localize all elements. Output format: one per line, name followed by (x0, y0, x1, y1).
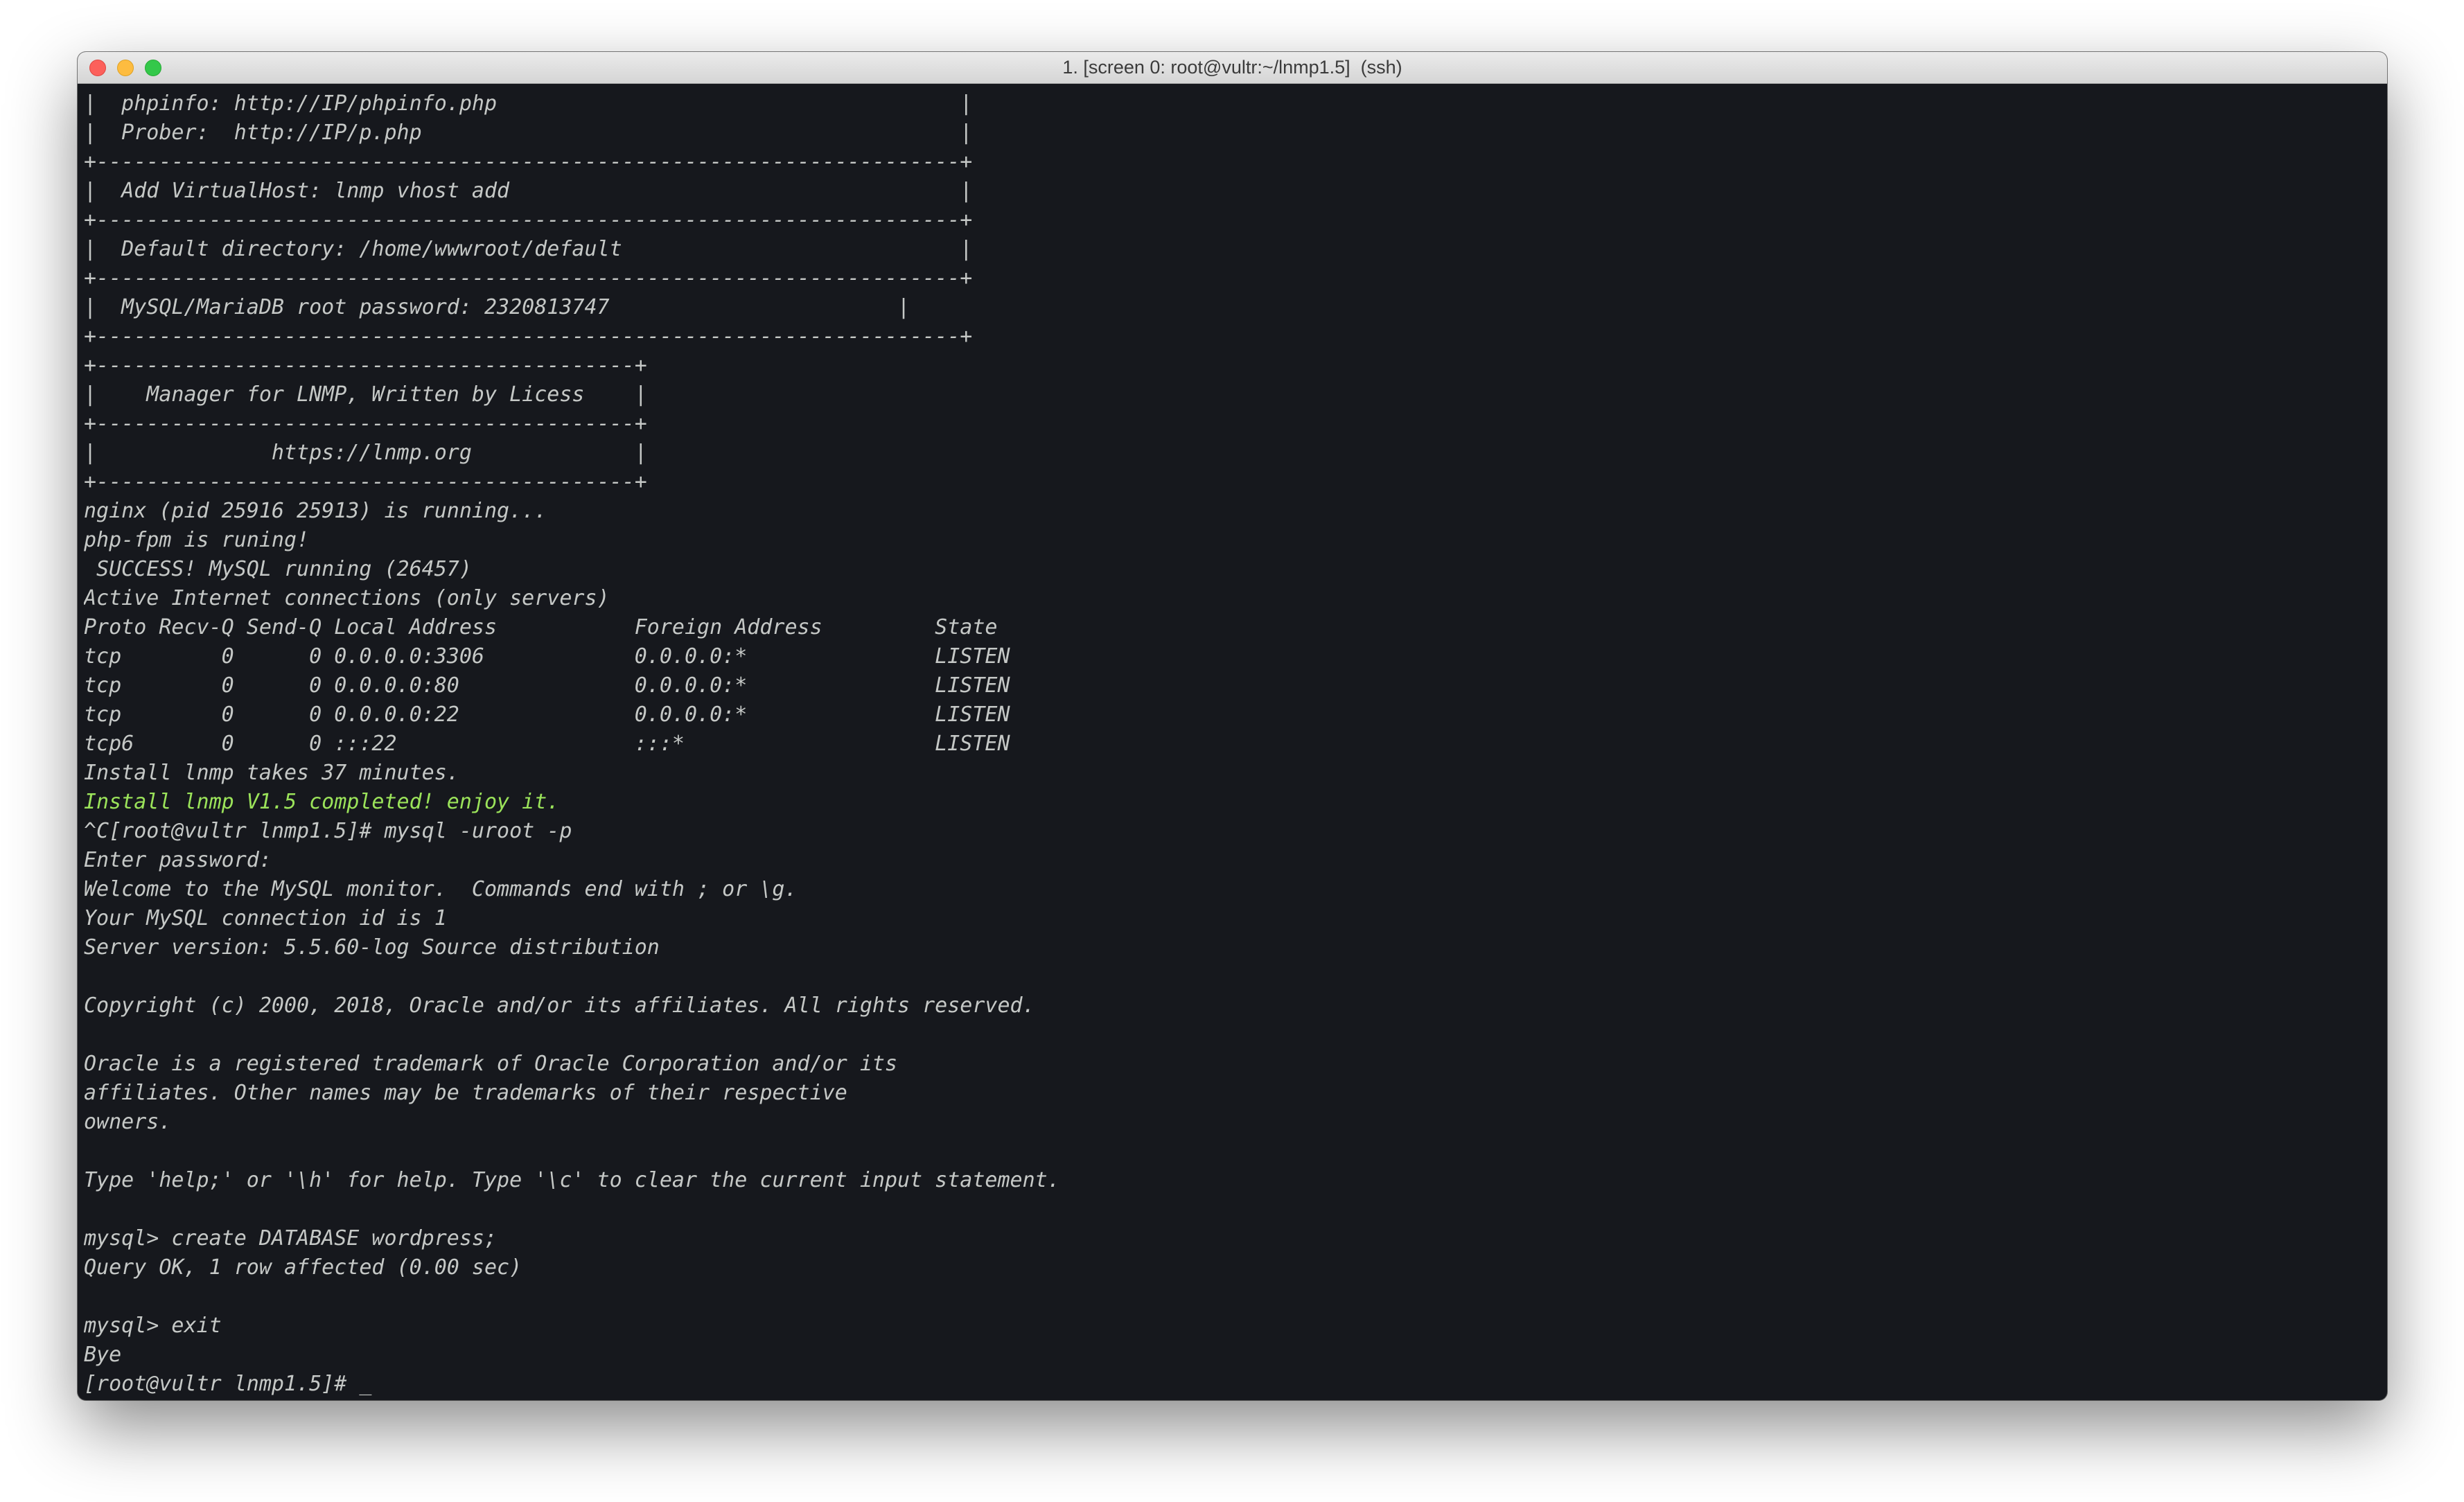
terminal-line: mysql> exit (84, 1314, 222, 1338)
success-message: Install lnmp V1.5 completed! enjoy it. (84, 790, 560, 814)
terminal-line: Welcome to the MySQL monitor. Commands e… (84, 877, 798, 901)
terminal-window: 1. [screen 0: root@vultr:~/lnmp1.5] (ssh… (78, 52, 2387, 1400)
shell-prompt-line[interactable]: [root@vultr lnmp1.5]# _ (84, 1370, 2387, 1399)
terminal-line: +---------------------------------------… (84, 324, 973, 348)
terminal-line: Bye (84, 1343, 122, 1367)
text-cursor: _ (359, 1372, 372, 1396)
terminal-line: Active Internet connections (only server… (84, 586, 610, 610)
terminal-line: +---------------------------------------… (84, 208, 973, 232)
terminal-line: Copyright (c) 2000, 2018, Oracle and/or … (84, 993, 1035, 1018)
terminal-line: affiliates. Other names may be trademark… (84, 1081, 847, 1105)
terminal-line: mysql> create DATABASE wordpress; (84, 1226, 498, 1251)
terminal-line: Enter password: (84, 848, 272, 872)
terminal-line: | https://lnmp.org | (84, 441, 647, 465)
terminal-line: +---------------------------------------… (84, 266, 973, 290)
terminal-line: ^C[root@vultr lnmp1.5]# mysql -uroot -p (84, 819, 572, 843)
terminal-line: +---------------------------------------… (84, 150, 973, 174)
terminal-line: Proto Recv-Q Send-Q Local Address Foreig… (84, 615, 998, 639)
terminal-line: +---------------------------------------… (84, 470, 647, 494)
terminal-line: SUCCESS! MySQL running (26457) (84, 557, 472, 581)
terminal-line: owners. (84, 1110, 172, 1134)
terminal-line: Type 'help;' or '\h' for help. Type '\c'… (84, 1168, 1060, 1192)
terminal-output[interactable]: | phpinfo: http://IP/phpinfo.php | | Prob… (84, 89, 2387, 1400)
terminal-line: Server version: 5.5.60-log Source distri… (84, 935, 660, 960)
terminal-line: nginx (pid 25916 25913) is running... (84, 499, 547, 523)
terminal-line: | MySQL/MariaDB root password: 232081374… (84, 295, 910, 319)
shell-prompt: [root@vultr lnmp1.5]# (84, 1372, 360, 1396)
terminal-line: tcp6 0 0 :::22 :::* LISTEN (84, 732, 1010, 756)
terminal-line: +---------------------------------------… (84, 353, 647, 378)
terminal-line: tcp 0 0 0.0.0.0:3306 0.0.0.0:* LISTEN (84, 644, 1010, 669)
terminal-line: Oracle is a registered trademark of Orac… (84, 1052, 897, 1076)
terminal-line: tcp 0 0 0.0.0.0:22 0.0.0.0:* LISTEN (84, 703, 1010, 727)
terminal-line: Query OK, 1 row affected (0.00 sec) (84, 1255, 522, 1280)
title-bar[interactable]: 1. [screen 0: root@vultr:~/lnmp1.5] (ssh… (78, 52, 2387, 84)
terminal-line: php-fpm is runing! (84, 528, 310, 552)
terminal-line: | Prober: http://IP/p.php | (84, 121, 973, 145)
terminal-line: | phpinfo: http://IP/phpinfo.php | (84, 91, 973, 116)
window-title: 1. [screen 0: root@vultr:~/lnmp1.5] (ssh… (1062, 57, 1402, 78)
terminal-line: | Default directory: /home/wwwroot/defau… (84, 237, 973, 261)
terminal-line: Your MySQL connection id is 1 (84, 906, 447, 930)
terminal-line: | Manager for LNMP, Written by Licess | (84, 382, 647, 407)
terminal-line: tcp 0 0 0.0.0.0:80 0.0.0.0:* LISTEN (84, 673, 1010, 698)
terminal-line: Install lnmp takes 37 minutes. (84, 761, 459, 785)
terminal-line: +---------------------------------------… (84, 412, 647, 436)
terminal-line: | Add VirtualHost: lnmp vhost add | (84, 179, 973, 203)
